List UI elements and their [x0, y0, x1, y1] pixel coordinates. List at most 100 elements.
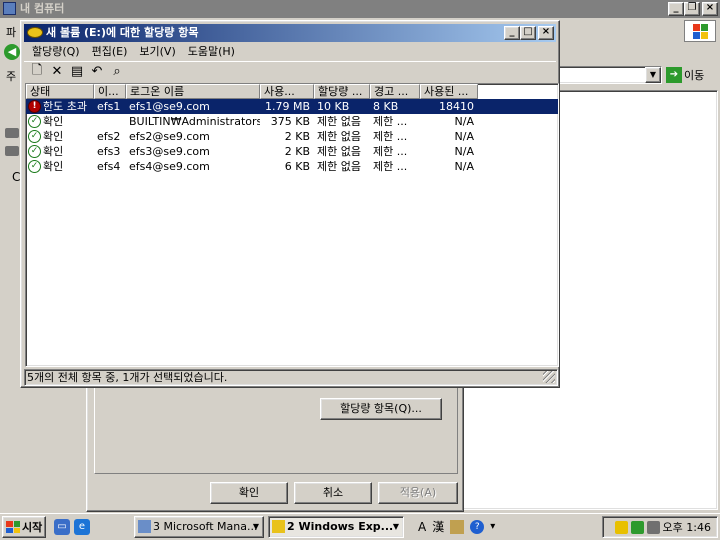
device-icon[interactable] — [646, 520, 660, 534]
quota-entries-button[interactable]: 할당량 항목(Q)... — [320, 398, 442, 420]
cell-percent-used: N/A — [454, 115, 474, 128]
clock[interactable]: 오후 1:46 — [663, 519, 711, 535]
my-computer-icon — [3, 2, 16, 15]
table-row[interactable]: ! 한도 초과 efs1 efs1@se9.com 1.79 MB 10 KB 8 KB 18… — [26, 99, 558, 114]
warning-icon: ! — [28, 100, 41, 113]
cell-status: ✓ 확인 — [26, 114, 94, 129]
column-header-used[interactable]: 사용... — [260, 84, 314, 99]
ime-toolbar: A 漢 ? ▾ — [418, 518, 495, 535]
quota-entries-window: 새 볼륨 (E:)에 대한 할당량 항목 _ □ × 할당량(Q) 편집(E) … — [20, 20, 560, 388]
cell-used: 1.79 MB — [264, 100, 310, 113]
cell-logon: efs1@se9.com — [129, 100, 210, 113]
ok-icon: ✓ — [28, 130, 41, 143]
quota-entries-list[interactable]: 상태 이... 로그온 이름 사용... 할당량 ... 경고 ... 사용된 … — [25, 83, 559, 367]
resize-grip-icon[interactable] — [543, 371, 555, 383]
restore-button[interactable]: ❐ — [684, 2, 700, 16]
undo-icon[interactable]: ↶ — [88, 63, 106, 81]
background-menu-fragment[interactable]: 파 — [6, 24, 16, 40]
start-label: 시작 — [22, 521, 43, 534]
cell-status: ✓ 확인 — [26, 159, 94, 174]
status-label: 확인 — [43, 160, 64, 173]
windows-flag-icon — [6, 521, 20, 533]
go-button[interactable]: ➔ 이동 — [666, 66, 704, 84]
status-bar: 5개의 전체 항목 중, 1개가 선택되었습니다. — [24, 369, 558, 386]
drive-icon[interactable] — [5, 146, 19, 156]
ok-icon: ✓ — [28, 160, 41, 173]
start-button[interactable]: 시작 — [2, 516, 46, 538]
quota-window-title: 새 볼륨 (E:)에 대한 할당량 항목 — [46, 26, 199, 39]
table-row[interactable]: ✓ 확인 efs4 efs4@se9.com 6 KB 제한 없음 제한 ... N/A — [26, 159, 558, 174]
maximize-button[interactable]: □ — [520, 26, 536, 40]
table-row[interactable]: ✓ 확인 BUILTIN₩Administrators 375 KB 제한 없음 제한 .… — [26, 114, 558, 129]
cell-percent-used: N/A — [454, 130, 474, 143]
mmc-icon — [138, 520, 151, 533]
status-label: 확인 — [43, 130, 64, 143]
column-header-logon[interactable]: 로그온 이름 — [126, 84, 260, 99]
list-body: ! 한도 초과 efs1 efs1@se9.com 1.79 MB 10 KB 8 KB 18… — [26, 99, 558, 174]
table-row[interactable]: ✓ 확인 efs3 efs3@se9.com 2 KB 제한 없음 제한 ... N/A — [26, 144, 558, 159]
status-text: 5개의 전체 항목 중, 1개가 선택되었습니다. — [27, 371, 228, 384]
cell-logon: efs4@se9.com — [129, 160, 210, 173]
cell-used: 6 KB — [284, 160, 310, 173]
apply-button[interactable]: 적용(A) — [378, 482, 458, 504]
minimize-button[interactable]: _ — [668, 2, 684, 16]
menu-edit[interactable]: 편집(E) — [86, 43, 134, 59]
taskbar-item-mmc[interactable]: 3 Microsoft Mana... ▼ — [134, 516, 264, 538]
windows-logo-icon — [684, 20, 716, 42]
taskbar-item-label: 2 Windows Exp... — [287, 520, 394, 533]
cell-name: efs3 — [97, 145, 121, 158]
show-desktop-icon[interactable]: ▭ — [54, 519, 70, 535]
menu-view[interactable]: 보기(V) — [133, 43, 181, 59]
ime-tool-icon[interactable] — [450, 519, 465, 534]
cell-name — [94, 114, 126, 129]
taskbar-item-label: 3 Microsoft Mana... — [153, 520, 258, 533]
menu-help[interactable]: 도움말(H) — [182, 43, 241, 59]
ok-button[interactable]: 확인 — [210, 482, 288, 504]
column-header-name[interactable]: 이... — [94, 84, 126, 99]
delete-icon[interactable]: ✕ — [48, 63, 66, 81]
back-arrow-icon[interactable]: ◀ — [4, 44, 20, 60]
new-entry-icon[interactable]: 🗋 — [28, 63, 46, 81]
background-window-title: 내 컴퓨터 — [20, 2, 65, 15]
ime-mode-hanja[interactable]: 漢 — [432, 518, 444, 535]
cell-used: 375 KB — [270, 115, 310, 128]
column-header-percent-used[interactable]: 사용된 ... — [420, 84, 478, 99]
ime-options-icon[interactable]: ▾ — [490, 521, 495, 532]
column-header-quota[interactable]: 할당량 ... — [314, 84, 370, 99]
close-button[interactable]: × — [538, 26, 554, 40]
close-button[interactable]: × — [702, 2, 718, 16]
cancel-button[interactable]: 취소 — [294, 482, 372, 504]
cell-quota: 제한 없음 — [317, 115, 361, 128]
go-label: 이동 — [684, 69, 705, 82]
quota-window-icon — [27, 27, 43, 38]
status-label: 한도 초과 — [43, 100, 87, 113]
menu-quota[interactable]: 할당량(Q) — [26, 43, 86, 59]
chevron-down-icon[interactable]: ▼ — [645, 67, 661, 83]
system-tray: 오후 1:46 — [602, 516, 718, 538]
cell-used: 2 KB — [284, 145, 310, 158]
ok-icon: ✓ — [28, 145, 41, 158]
network-icon[interactable] — [630, 520, 644, 534]
ime-mode-a[interactable]: A — [418, 520, 426, 534]
background-window-titlebar[interactable]: 내 컴퓨터 _ ❐ × — [0, 0, 720, 18]
taskbar-item-explorer[interactable]: 2 Windows Exp... ▼ — [268, 516, 404, 538]
cell-percent-used: 18410 — [439, 100, 474, 113]
quota-window-titlebar[interactable]: 새 볼륨 (E:)에 대한 할당량 항목 _ □ × — [24, 24, 556, 42]
properties-icon[interactable]: ▤ — [68, 63, 86, 81]
security-shield-icon[interactable] — [614, 520, 628, 534]
quick-launch: ▭ e — [54, 519, 90, 535]
find-icon[interactable]: ⌕ — [108, 63, 126, 81]
internet-explorer-icon[interactable]: e — [74, 519, 90, 535]
minimize-button[interactable]: _ — [504, 26, 520, 40]
column-header-status[interactable]: 상태 — [26, 84, 94, 99]
quota-menubar: 할당량(Q) 편집(E) 보기(V) 도움말(H) — [24, 42, 556, 60]
table-row[interactable]: ✓ 확인 efs2 efs2@se9.com 2 KB 제한 없음 제한 ... N/A — [26, 129, 558, 144]
help-icon[interactable]: ? — [470, 519, 485, 534]
go-arrow-icon: ➔ — [666, 67, 682, 83]
quota-toolbar: 🗋 ✕ ▤ ↶ ⌕ — [24, 61, 556, 81]
cell-used: 2 KB — [284, 130, 310, 143]
drive-icon[interactable] — [5, 128, 19, 138]
column-header-warning[interactable]: 경고 ... — [370, 84, 420, 99]
cell-percent-used: N/A — [454, 145, 474, 158]
cell-status: ✓ 확인 — [26, 129, 94, 144]
